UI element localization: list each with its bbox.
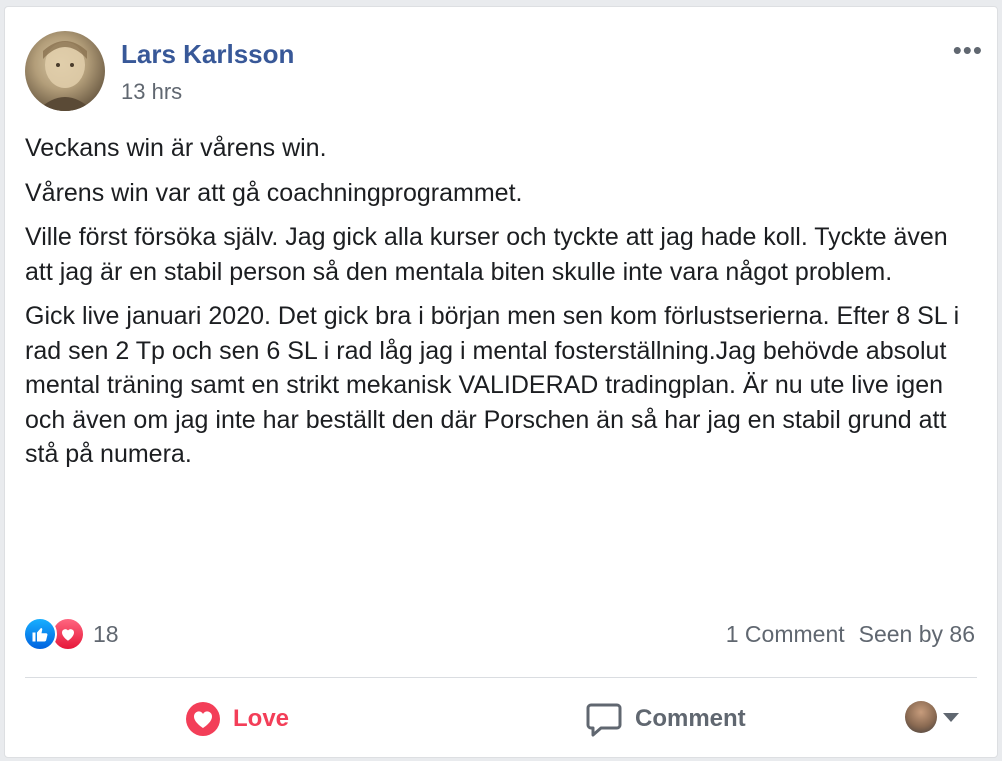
post-paragraph: Ville först försöka själv. Jag gick alla… — [25, 223, 948, 286]
heart-icon — [186, 702, 220, 736]
post-stats: 1 Comment Seen by 86 — [726, 621, 975, 648]
post-card: Lars Karlsson 13 hrs ••• Veckans win är … — [4, 6, 998, 758]
post-paragraph: Veckans win är vårens win. — [25, 134, 327, 162]
post-timestamp[interactable]: 13 hrs — [121, 79, 182, 105]
divider — [25, 677, 977, 678]
author-avatar[interactable] — [25, 31, 105, 111]
comment-count-link[interactable]: 1 Comment — [726, 621, 845, 648]
more-options-icon[interactable]: ••• — [953, 35, 983, 66]
chevron-down-icon — [943, 712, 959, 722]
post-body: Veckans win är vårens win. Vårens win va… — [25, 131, 975, 482]
love-button[interactable]: Love — [185, 701, 289, 737]
seen-by-link[interactable]: Seen by 86 — [859, 621, 975, 648]
user-avatar — [905, 701, 937, 733]
love-button-label: Love — [233, 705, 290, 732]
comment-button-label: Comment — [635, 705, 746, 732]
reactions-summary[interactable]: 18 — [23, 615, 119, 653]
comment-button[interactable]: Comment — [585, 701, 746, 737]
post-paragraph: Vårens win var att gå coachningprogramme… — [25, 178, 523, 207]
reaction-count[interactable]: 18 — [93, 621, 119, 648]
author-name[interactable]: Lars Karlsson — [121, 39, 294, 70]
like-reaction-icon[interactable] — [23, 617, 57, 651]
post-paragraph: Gick live januari 2020. Det gick bra i b… — [25, 302, 960, 468]
comment-bubble-icon — [586, 703, 622, 737]
reaction-identity-selector[interactable] — [905, 701, 959, 733]
